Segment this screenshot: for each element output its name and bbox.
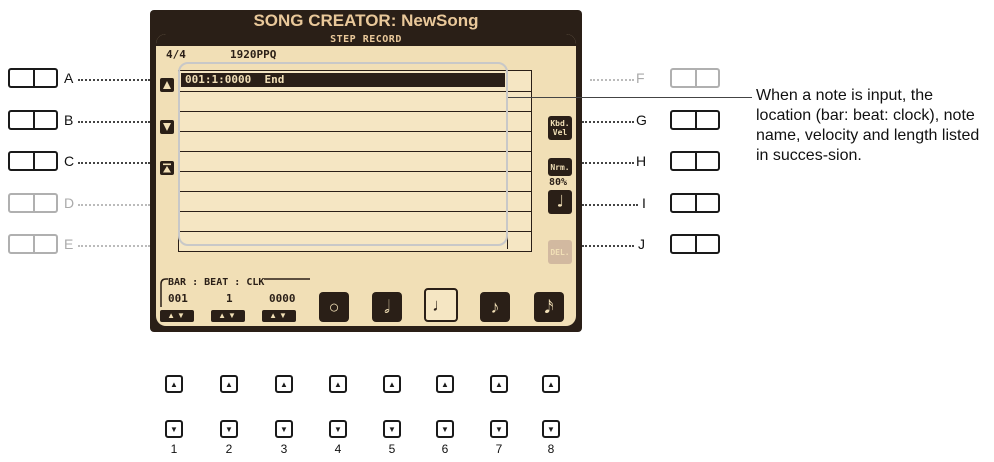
button-number-4: 4 — [334, 442, 342, 456]
leader-line — [78, 245, 150, 247]
button-number-8: 8 — [547, 442, 555, 456]
button-b-label: B — [64, 112, 74, 128]
up-button-2[interactable]: ▲ — [220, 375, 238, 393]
down-button-6[interactable]: ▼ — [436, 420, 454, 438]
clk-updown-icon[interactable]: ▲▼ — [262, 310, 296, 322]
bar-updown-icon[interactable]: ▲▼ — [160, 310, 194, 322]
button-i-label: I — [642, 195, 646, 211]
up-button-4[interactable]: ▲ — [329, 375, 347, 393]
jump-top-icon[interactable] — [160, 161, 174, 175]
up-button-6[interactable]: ▲ — [436, 375, 454, 393]
up-button-7[interactable]: ▲ — [490, 375, 508, 393]
down-button-3[interactable]: ▼ — [275, 420, 293, 438]
bar-value: 001 — [168, 292, 188, 305]
up-button-5[interactable]: ▲ — [383, 375, 401, 393]
callout-text: When a note is input, the location (bar:… — [756, 87, 980, 164]
button-h[interactable] — [670, 151, 720, 171]
gate-time-value: 80% — [549, 177, 568, 188]
button-e[interactable] — [8, 234, 58, 254]
button-b[interactable] — [8, 110, 58, 130]
button-a[interactable] — [8, 68, 58, 88]
panel-header: STEP RECORD — [156, 34, 576, 46]
down-button-5[interactable]: ▼ — [383, 420, 401, 438]
button-number-6: 6 — [441, 442, 449, 456]
down-button-2[interactable]: ▼ — [220, 420, 238, 438]
callout-highlight-frame — [178, 62, 508, 246]
button-number-1: 1 — [170, 442, 178, 456]
quarter-note-icon[interactable]: ♩ — [548, 190, 572, 214]
leader-line — [78, 79, 150, 81]
button-d-label: D — [64, 195, 75, 211]
button-d[interactable] — [8, 193, 58, 213]
quarter-note-button[interactable]: ♩ — [424, 288, 458, 322]
button-c-label: C — [64, 153, 75, 169]
whole-note-button[interactable]: ○ — [319, 292, 349, 322]
up-button-8[interactable]: ▲ — [542, 375, 560, 393]
callout-line — [508, 97, 752, 98]
button-c[interactable] — [8, 151, 58, 171]
scrollbar[interactable] — [507, 85, 530, 249]
button-h-label: H — [636, 153, 647, 169]
sixteenth-note-button[interactable]: 𝅘𝅥𝅯 — [534, 292, 564, 322]
delete-icon[interactable]: DEL. — [548, 240, 572, 264]
button-i[interactable] — [670, 193, 720, 213]
ppq-value: 1920PPQ — [230, 48, 277, 61]
button-e-label: E — [64, 236, 74, 252]
beat-value: 1 — [226, 292, 233, 305]
down-button-1[interactable]: ▼ — [165, 420, 183, 438]
up-button-1[interactable]: ▲ — [165, 375, 183, 393]
half-note-button[interactable]: 𝅗𝅥 — [372, 292, 402, 322]
scroll-down-icon[interactable] — [160, 120, 174, 134]
beat-updown-icon[interactable]: ▲▼ — [211, 310, 245, 322]
button-number-7: 7 — [495, 442, 503, 456]
leader-line — [582, 162, 634, 164]
button-g[interactable] — [670, 110, 720, 130]
button-number-2: 2 — [225, 442, 233, 456]
button-number-3: 3 — [280, 442, 288, 456]
scroll-up-icon[interactable] — [160, 78, 174, 92]
button-j-label: J — [638, 236, 645, 252]
down-button-7[interactable]: ▼ — [490, 420, 508, 438]
position-header: BAR : BEAT : CLK — [168, 277, 265, 288]
button-j[interactable] — [670, 234, 720, 254]
leader-line — [78, 204, 150, 206]
button-a-label: A — [64, 70, 74, 86]
leader-line — [582, 204, 638, 206]
kbd-vel-icon[interactable]: Kbd. Vel — [548, 116, 572, 140]
button-number-5: 5 — [388, 442, 396, 456]
time-signature: 4/4 — [166, 48, 186, 61]
leader-line — [590, 79, 634, 81]
leader-line — [78, 162, 150, 164]
leader-line — [78, 121, 150, 123]
leader-line — [582, 121, 634, 123]
screen-title: SONG CREATOR: NewSong — [253, 11, 479, 30]
leader-line — [582, 245, 634, 247]
up-button-3[interactable]: ▲ — [275, 375, 293, 393]
clk-value: 0000 — [269, 292, 296, 305]
button-f[interactable] — [670, 68, 720, 88]
eighth-note-button[interactable]: ♪ — [480, 292, 510, 322]
normal-velocity-icon[interactable]: Nrm. — [548, 158, 572, 176]
button-g-label: G — [636, 112, 647, 128]
button-f-label: F — [636, 70, 645, 86]
down-button-4[interactable]: ▼ — [329, 420, 347, 438]
down-button-8[interactable]: ▼ — [542, 420, 560, 438]
